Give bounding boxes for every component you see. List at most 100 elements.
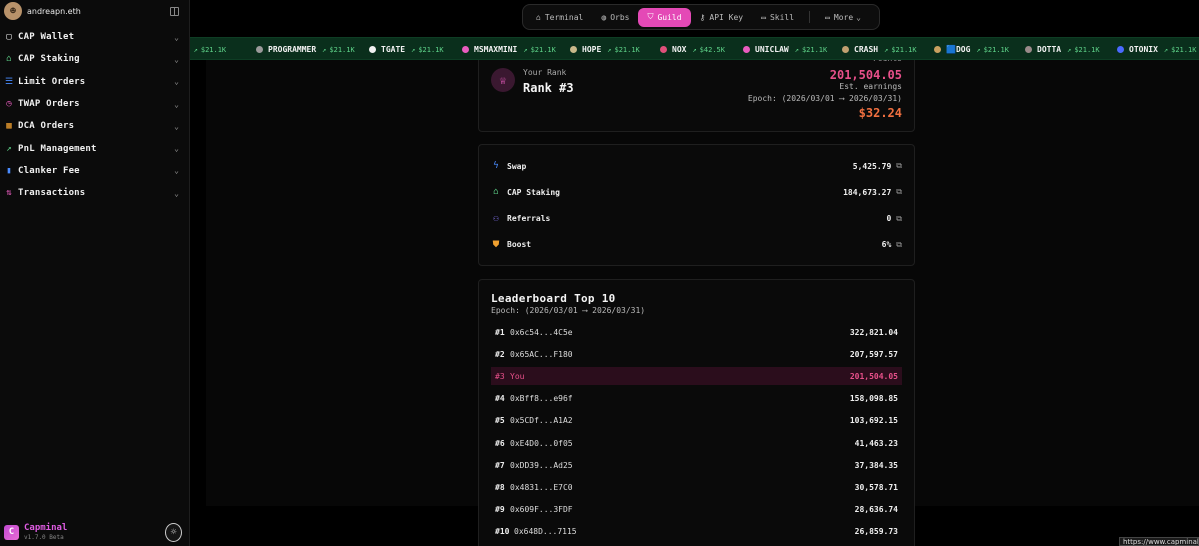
sidebar-nav: ▢ CAP Wallet ⌄ ⌂ CAP Staking ⌄ ☰ Limit Orders ⌄ ◷…: [0, 26, 189, 204]
leaderboard-row: #4 0xBff8...e96f 158,098.85: [491, 390, 902, 408]
ticker-value: $21.1K: [418, 45, 444, 54]
sidebar-item-twap-orders[interactable]: ◷ TWAP Orders ⌄: [0, 93, 189, 115]
more-menu-button[interactable]: ▭ More ⌄: [816, 8, 870, 27]
sidebar-item-label: DCA Orders: [18, 121, 75, 132]
sidebar-item-cap-staking[interactable]: ⌂ CAP Staking ⌄: [0, 48, 189, 70]
leaderboard-card: Leaderboard Top 10 Epoch: (2026/03/01 ⟶ …: [478, 279, 915, 546]
ticker-item[interactable]: ES↗$21.1K: [190, 38, 227, 59]
leaderboard-row: #3 You 201,504.05: [491, 367, 902, 386]
leaderboard-row: #5 0x5CDf...A1A2 103,692.15: [491, 412, 902, 430]
more-icon: ▭: [825, 12, 830, 22]
leaderboard-points: 207,597.57: [849, 349, 898, 359]
leaderboard-row: #9 0x609F...3FDF 28,636.74: [491, 501, 902, 519]
leaderboard-address[interactable]: 0x6c54...4C5e: [510, 328, 573, 337]
ticker-name: DOTTA: [1037, 45, 1062, 54]
shield-icon: ⛉: [647, 12, 654, 21]
tab-label: Skill: [769, 12, 795, 22]
ticker-value: $42.5K: [699, 45, 725, 54]
leaderboard-address[interactable]: 0x4831...E7C0: [510, 483, 573, 492]
sidebar-header: ☻ andreapn.eth: [0, 0, 189, 22]
external-link-icon[interactable]: ⧉: [896, 240, 902, 250]
chevron-down-icon: ⌄: [174, 32, 179, 42]
sidebar-item-cap-wallet[interactable]: ▢ CAP Wallet ⌄: [0, 26, 189, 48]
ticker-name: CRASH: [854, 45, 879, 54]
chevron-down-icon: ⌄: [174, 54, 179, 64]
key-icon: ⚷: [699, 12, 706, 22]
ticker-value: $21.1K: [329, 45, 355, 54]
stat-value: 184,673.27: [843, 187, 892, 197]
leaderboard-address[interactable]: 0xBff8...e96f: [510, 394, 573, 403]
stat-value: 6%: [881, 240, 892, 250]
leaderboard-address[interactable]: 0x609F...3FDF: [510, 505, 573, 514]
app-logo-icon: C: [4, 524, 19, 540]
leaderboard-rank: #4: [495, 394, 505, 404]
leaderboard-points: 322,821.04: [849, 327, 898, 337]
tab-api-key[interactable]: ⚷ API Key: [691, 8, 753, 27]
leaderboard-address[interactable]: 0x5CDf...A1A2: [510, 416, 573, 425]
tab-label: Orbs: [610, 12, 630, 22]
ticker-value: $21.1K: [1074, 45, 1100, 54]
external-link-icon[interactable]: ⧉: [896, 161, 902, 171]
leaderboard-points: 201,504.05: [849, 371, 898, 381]
tab-label: Terminal: [544, 12, 584, 22]
token-icon: [1117, 46, 1124, 53]
sidebar-item-limit-orders[interactable]: ☰ Limit Orders ⌄: [0, 71, 189, 93]
leaderboard-address[interactable]: 0x65AC...F180: [510, 350, 573, 359]
stat-row-boost: ⛊ Boost 6% ⧉: [491, 238, 902, 252]
stat-label: CAP Staking: [507, 187, 560, 197]
external-link-icon[interactable]: ⧉: [896, 214, 902, 224]
theme-toggle-button[interactable]: ☼: [165, 522, 182, 542]
leaderboard-rank: #7: [495, 460, 505, 470]
ticker-value: $21.1K: [1171, 45, 1197, 54]
external-link-icon[interactable]: ⧉: [896, 187, 902, 197]
clock-icon: ◷: [6, 99, 12, 110]
ticker-item[interactable]: PROGRAMMER ↗ $21.1K: [256, 38, 355, 59]
tab-guild[interactable]: ⛉ Guild: [638, 7, 691, 27]
ticker-name: OTONIX: [1129, 45, 1158, 54]
ticker-item[interactable]: CRASH ↗ $21.1K: [842, 38, 917, 59]
more-label: More: [833, 12, 854, 22]
sidebar-item-transactions[interactable]: ⇅ Transactions ⌄: [0, 182, 189, 204]
token-icon: [369, 46, 376, 53]
sidebar-item-dca-orders[interactable]: ▦ DCA Orders ⌄: [0, 115, 189, 137]
ticker-item[interactable]: HOPE ↗ $21.1K: [570, 38, 640, 59]
leaderboard-address[interactable]: 0x648D...7115: [514, 527, 577, 536]
ticker-item[interactable]: OTONIX ↗ $21.1K: [1117, 38, 1197, 59]
stat-label: Boost: [507, 240, 532, 250]
sidebar-item-clanker-fee[interactable]: ▮ Clanker Fee ⌄: [0, 160, 189, 182]
trend-up-icon: ↗: [607, 45, 612, 54]
sidebar-item-pnl-management[interactable]: ↗ PnL Management ⌄: [0, 137, 189, 159]
ticker-item[interactable]: NOX ↗ $42.5K: [660, 38, 725, 59]
ticker-item[interactable]: 🟦DOG ↗ $21.1K: [934, 38, 1009, 59]
sidebar-item-label: Clanker Fee: [18, 165, 80, 176]
chevron-down-icon: ⌄: [174, 99, 179, 109]
leaderboard-points: 28,636.74: [854, 505, 898, 515]
ticker-value: $21.1K: [801, 45, 828, 54]
leaderboard-rank: #10: [495, 527, 510, 537]
users-icon: ⚇: [493, 213, 499, 224]
leaderboard-address[interactable]: 0xE4D0...0f05: [510, 439, 573, 448]
ticker-item[interactable]: DOTTA ↗ $21.1K: [1025, 38, 1100, 59]
tab-orbs[interactable]: ◍ Orbs: [592, 8, 638, 27]
tab-terminal[interactable]: ⌂ Terminal: [527, 8, 592, 27]
stat-label: Swap: [507, 161, 527, 171]
avatar[interactable]: ☻: [4, 2, 22, 20]
trend-up-icon: ↗: [411, 45, 416, 54]
rank-caption: Your Rank: [523, 68, 567, 77]
leaderboard-address: You: [510, 371, 525, 381]
trending-up-icon: ↗: [6, 143, 12, 154]
ticker-item[interactable]: UNICLAW ↗ $21.1K: [743, 38, 828, 59]
trend-up-icon: ↗: [193, 45, 198, 54]
leaderboard-address[interactable]: 0xDD39...Ad25: [510, 461, 573, 470]
orb-icon: ◍: [601, 12, 607, 22]
token-icon: [934, 46, 941, 53]
sidebar-item-label: Transactions: [18, 188, 86, 199]
rank-value: Rank #3: [523, 81, 574, 95]
ticker-item[interactable]: MSMAXMINI ↗ $21.1K: [462, 38, 556, 59]
tab-skill[interactable]: ▭ Skill: [752, 8, 803, 27]
ticker-item[interactable]: TGATE ↗ $21.1K: [369, 38, 444, 59]
sidebar-collapse-icon[interactable]: [170, 6, 179, 16]
bar-chart-icon: ▮: [6, 165, 12, 176]
trophy-icon: ♕: [491, 68, 515, 92]
token-ticker: ES↗$21.1K PROGRAMMER↗$21.1K TGATE↗$21.1K MS…: [190, 37, 1199, 60]
